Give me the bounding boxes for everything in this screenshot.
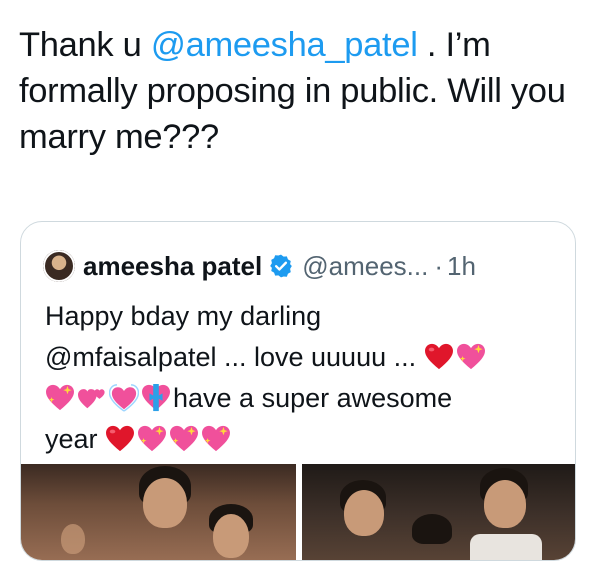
photo-figure (412, 514, 452, 544)
quoted-tweet-header: ameesha patel @amees... · 1h (43, 249, 476, 283)
sparkling-heart-icon (137, 425, 167, 453)
tweet-text-before: Thank u (19, 26, 151, 64)
growing-heart-icon (109, 384, 139, 412)
quote-line-2-text: @mfaisalpatel ... love uuuuu ... (45, 342, 417, 372)
sparkling-heart-icon (169, 425, 199, 453)
sparkling-heart-icon (456, 343, 486, 371)
red-heart-icon (105, 425, 135, 453)
handle[interactable]: @amees... (302, 251, 428, 282)
photo-figure (484, 480, 526, 528)
photo-figure (143, 478, 187, 528)
revolving-hearts-icon (77, 384, 107, 412)
photo-figure (213, 514, 249, 558)
verified-badge-icon (270, 254, 293, 278)
quoted-tweet-card[interactable]: ameesha patel @amees... · 1h Happy bday … (20, 221, 576, 561)
mention-link[interactable]: @ameesha_patel (151, 26, 418, 64)
quote-line-3-text: have a super awesome (173, 383, 453, 413)
quoted-tweet-body: Happy bday my darling @mfaisalpatel ... … (45, 296, 565, 460)
photo-figure (344, 490, 384, 536)
avatar[interactable] (43, 250, 75, 282)
display-name[interactable]: ameesha patel (83, 251, 262, 282)
separator-dot: · (434, 250, 443, 281)
media-grid (21, 464, 575, 560)
heart-with-ribbon-icon (141, 384, 171, 412)
quote-line-2: @mfaisalpatel ... love uuuuu ... (45, 337, 565, 378)
sparkling-heart-icon (45, 384, 75, 412)
photo-figure (470, 534, 542, 560)
media-photo-2[interactable] (302, 464, 575, 560)
sparkling-heart-icon (201, 425, 231, 453)
quote-line-3: have a super awesome (45, 378, 565, 419)
photo-figure (61, 524, 85, 554)
tweet-text: Thank u @ameesha_patel . I’m formally pr… (19, 22, 589, 160)
quote-line-4: year (45, 419, 565, 460)
timestamp[interactable]: 1h (447, 251, 476, 282)
red-heart-icon (424, 343, 454, 371)
quote-line-4-text: year (45, 424, 98, 454)
media-photo-1[interactable] (21, 464, 296, 560)
quote-line-1: Happy bday my darling (45, 301, 322, 331)
